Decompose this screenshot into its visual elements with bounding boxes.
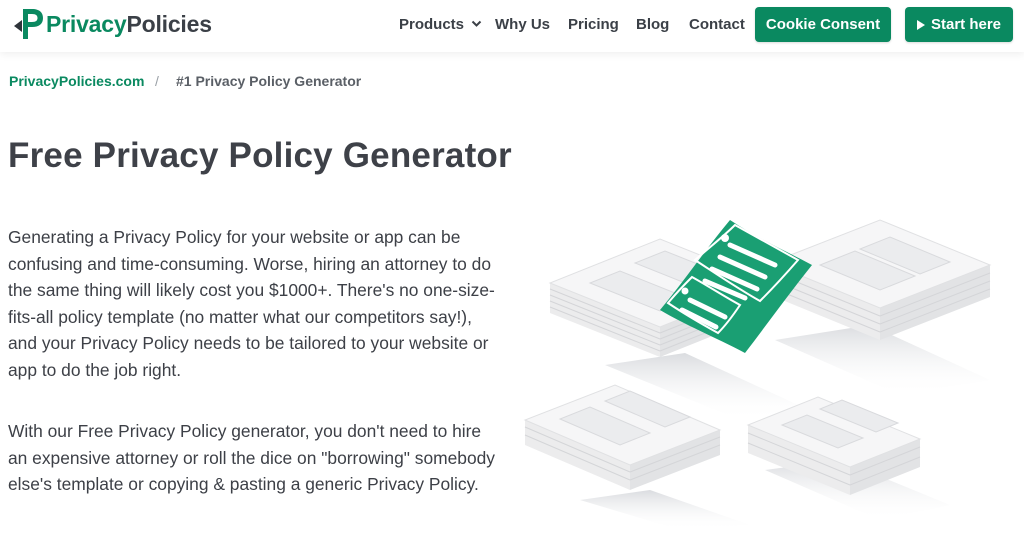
cookie-consent-button[interactable]: Cookie Consent <box>755 7 891 42</box>
nav-why-us[interactable]: Why Us <box>495 16 550 33</box>
logo-text: PrivacyPolicies <box>46 11 212 38</box>
nav-why-us-label: Why Us <box>495 16 551 33</box>
logo-p-icon <box>14 9 43 39</box>
breadcrumb-separator: / <box>155 73 159 89</box>
nav-pricing[interactable]: Pricing <box>568 16 619 33</box>
cookie-consent-label: Cookie Consent <box>765 16 881 33</box>
stack-top-right <box>768 219 992 340</box>
nav-contact[interactable]: Contact <box>689 16 745 33</box>
breadcrumb-current: #1 Privacy Policy Generator <box>176 73 362 89</box>
site-logo[interactable]: PrivacyPolicies <box>12 6 212 42</box>
nav-blog-label: Blog <box>636 16 670 33</box>
start-here-button[interactable]: Start here <box>905 7 1013 42</box>
nav-contact-label: Contact <box>689 16 745 33</box>
logo-text-privacy: Privacy <box>46 10 127 37</box>
document-stacks-illustration <box>523 219 992 530</box>
secondary-paragraph: With our Free Privacy Policy generator, … <box>8 421 495 494</box>
nav-products-label: Products <box>399 16 465 33</box>
logo-text-policies: Policies <box>126 10 212 37</box>
site-header: PrivacyPolicies Products Why Us Pricing … <box>0 0 1024 52</box>
nav-products[interactable]: Products <box>399 16 482 33</box>
play-icon <box>916 19 925 30</box>
nav-pricing-label: Pricing <box>568 16 619 33</box>
breadcrumb-home-link[interactable]: PrivacyPolicies.com <box>9 73 144 89</box>
intro-paragraph: Generating a Privacy Policy for your web… <box>8 227 495 380</box>
page-title: Free Privacy Policy Generator <box>8 136 512 175</box>
nav-blog[interactable]: Blog <box>636 16 669 33</box>
chevron-down-icon <box>471 20 482 27</box>
stack-bottom-left <box>523 384 722 490</box>
start-here-label: Start here <box>930 16 1002 33</box>
